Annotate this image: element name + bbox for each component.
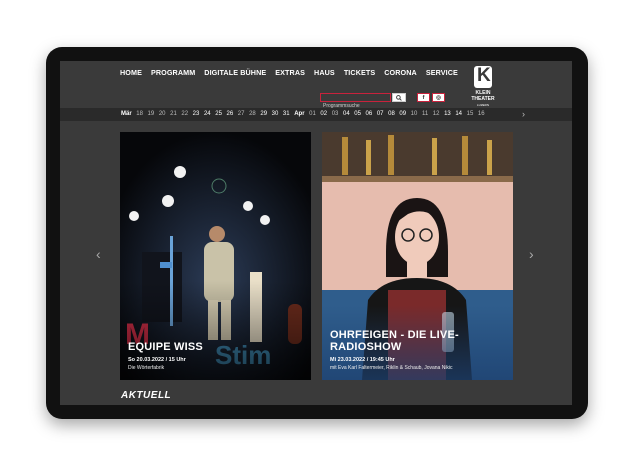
event-subtitle: mit Eva Karl Faltermeier, Riklin & Schau… (330, 365, 453, 371)
nav-item-digitale-buehne[interactable]: DIGITALE BÜHNE (204, 68, 266, 77)
logo-k-icon (474, 65, 492, 88)
slider-prev-chevron-icon[interactable]: ‹ (96, 247, 101, 261)
facebook-icon[interactable]: f (417, 93, 430, 102)
date-item[interactable]: 18 (136, 111, 143, 117)
date-item[interactable]: 28 (249, 111, 256, 117)
nav-item-extras[interactable]: EXTRAS (275, 68, 305, 77)
website-screen: HOME PROGRAMM DIGITALE BÜHNE EXTRAS HAUS… (60, 61, 572, 405)
nav-item-service[interactable]: SERVICE (426, 68, 458, 77)
event-title: EQUIPE WISS (128, 341, 203, 353)
search-icon (396, 94, 402, 101)
date-item[interactable]: 06 (366, 111, 373, 117)
date-month-label: Mär (121, 111, 132, 117)
date-item[interactable]: 07 (377, 111, 384, 117)
section-heading-aktuell: AKTUELL (121, 390, 172, 401)
date-item[interactable]: 09 (399, 111, 406, 117)
date-item[interactable]: 25 (215, 111, 222, 117)
date-item[interactable]: 29 (260, 111, 267, 117)
search-field (320, 93, 391, 110)
date-item[interactable]: 23 (193, 111, 200, 117)
nav-item-programm[interactable]: PROGRAMM (151, 68, 195, 77)
logo-line-3: LUZERN (476, 103, 489, 107)
date-item[interactable]: 15 (467, 111, 474, 117)
date-item[interactable]: 10 (411, 111, 418, 117)
nav-item-home[interactable]: HOME (120, 68, 142, 77)
date-item[interactable]: 04 (343, 111, 350, 117)
main-nav: HOME PROGRAMM DIGITALE BÜHNE EXTRAS HAUS… (120, 68, 467, 77)
nav-item-corona[interactable]: CORONA (384, 68, 417, 77)
social-links: f ◎ (417, 93, 445, 102)
date-month-label: Apr (294, 111, 305, 117)
nav-item-tickets[interactable]: TICKETS (344, 68, 375, 77)
date-item[interactable]: 11 (422, 111, 428, 117)
date-item[interactable]: 12 (433, 111, 440, 117)
date-item[interactable]: 20 (159, 111, 166, 117)
date-item[interactable]: 08 (388, 111, 395, 117)
date-item[interactable]: 21 (170, 111, 177, 117)
date-item[interactable]: 27 (238, 111, 245, 117)
date-item[interactable]: 05 (354, 111, 361, 117)
chevron-right-icon[interactable]: › (522, 109, 525, 119)
event-title-line-1: OHRFEIGEN - DIE LIVE- (330, 329, 459, 341)
nav-item-haus[interactable]: HAUS (314, 68, 335, 77)
date-item[interactable]: 01 (309, 111, 316, 117)
event-title-line-2: RADIOSHOW (330, 341, 402, 353)
date-item[interactable]: 22 (181, 111, 188, 117)
slider-next-chevron-icon[interactable]: › (529, 247, 534, 261)
event-date: So 20.03.2022 / 15 Uhr (128, 357, 186, 363)
event-card-equipe-wiss[interactable]: M Stim EQUIPE WISS So 20.03.2022 / 15 Uh… (120, 132, 311, 380)
date-list: Mär 18 19 20 21 22 23 24 25 26 27 28 29 30 31 Apr 01 02 03… (121, 111, 489, 117)
date-item[interactable]: 03 (332, 111, 339, 117)
date-item[interactable]: 31 (283, 111, 290, 117)
date-item[interactable]: 13 (444, 111, 451, 117)
header: HOME PROGRAMM DIGITALE BÜHNE EXTRAS HAUS… (60, 61, 572, 110)
date-item[interactable]: 30 (272, 111, 279, 117)
logo-line-2: THEATER (471, 96, 495, 102)
date-item[interactable]: 26 (227, 111, 234, 117)
event-subtitle: Die Wörterfabrik (128, 365, 165, 371)
date-item[interactable]: 14 (455, 111, 462, 117)
instagram-icon[interactable]: ◎ (432, 93, 445, 102)
date-strip: Mär 18 19 20 21 22 23 24 25 26 27 28 29 30 31 Apr 01 02 03… (60, 108, 572, 121)
date-item[interactable]: 24 (204, 111, 211, 117)
event-date: Mi 23.03.2022 / 19:45 Uhr (330, 357, 395, 363)
logo-text: KLEIN THEATER LUZERN (460, 90, 506, 108)
search-button[interactable] (392, 93, 406, 102)
date-item[interactable]: 02 (320, 111, 327, 117)
event-card-ohrfeigen[interactable]: OHRFEIGEN - DIE LIVE- RADIOSHOW Mi 23.03… (322, 132, 513, 380)
date-item[interactable]: 16 (478, 111, 485, 117)
date-item[interactable]: 19 (148, 111, 155, 117)
kleintheater-logo[interactable]: KLEIN THEATER LUZERN (460, 65, 506, 108)
